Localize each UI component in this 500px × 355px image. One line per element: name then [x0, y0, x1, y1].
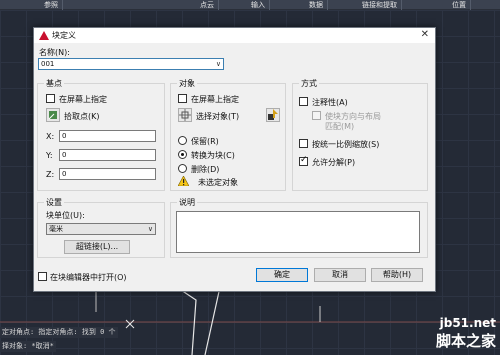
ribbon-tab-link-extract[interactable]: 链接和提取	[358, 0, 402, 10]
cancel-button[interactable]: 取消	[314, 268, 366, 282]
quick-select-icon[interactable]	[266, 108, 280, 122]
watermark-name: 脚本之家	[435, 332, 496, 350]
select-objects-label[interactable]: 选择对象(T)	[196, 111, 239, 122]
annotative-label: 注释性(A)	[312, 98, 348, 107]
convert-to-block-label: 转换为块(C)	[191, 151, 235, 160]
hyperlink-button[interactable]: 超链接(L)...	[64, 240, 130, 254]
dialog-title: 块定义	[52, 31, 76, 40]
pick-point-icon[interactable]	[46, 108, 60, 122]
objects-title: 对象	[177, 78, 197, 89]
help-button[interactable]: 帮助(H)	[371, 268, 423, 282]
settings-title: 设置	[44, 197, 64, 208]
watermark: jb51.net 脚本之家	[436, 316, 496, 351]
retain-radio[interactable]	[178, 136, 187, 145]
block-unit-label: 块单位(U):	[46, 211, 85, 220]
select-objects-icon[interactable]	[178, 108, 192, 122]
command-history-line-2: 择对象: *取消*	[0, 341, 56, 352]
ribbon-tab-location[interactable]: 位置	[448, 0, 471, 10]
ribbon-bar: 参照 点云 输入 数据 链接和提取 位置	[0, 0, 500, 10]
ribbon-tab-pointcloud[interactable]: 点云	[196, 0, 219, 10]
command-history-line-1: 定对角点: 指定对角点: 找到 0 个	[0, 327, 118, 338]
delete-label: 删除(D)	[191, 165, 220, 174]
ribbon-tab-reference[interactable]: 参照	[40, 0, 63, 10]
base-point-specify-on-screen-checkbox[interactable]	[46, 94, 55, 103]
y-coordinate-input[interactable]: 0	[59, 149, 156, 161]
annotative-checkbox[interactable]	[299, 97, 308, 106]
pick-point-glyph	[48, 111, 57, 120]
block-name-value: 001	[41, 60, 55, 68]
allow-exploding-label: 允许分解(P)	[312, 158, 356, 167]
delete-radio[interactable]	[178, 164, 187, 173]
ribbon-tab-data[interactable]: 数据	[305, 0, 328, 10]
selected-objects-status: 未选定对象	[198, 178, 238, 187]
block-name-combobox[interactable]: 001 ∨	[38, 58, 224, 70]
objects-specify-on-screen-checkbox[interactable]	[178, 94, 187, 103]
autocad-logo-icon	[39, 31, 49, 40]
objects-specify-on-screen-label: 在屏幕上指定	[191, 95, 239, 104]
pick-point-label[interactable]: 拾取点(K)	[64, 111, 100, 122]
retain-label: 保留(R)	[191, 137, 219, 146]
name-label: 名称(N):	[39, 48, 70, 57]
scale-uniformly-checkbox[interactable]	[299, 139, 308, 148]
chevron-down-icon[interactable]: ∨	[148, 224, 153, 234]
description-textarea[interactable]	[176, 211, 420, 253]
quick-select-glyph	[268, 109, 278, 120]
ribbon-tab-import[interactable]: 输入	[247, 0, 270, 10]
chevron-down-icon[interactable]: ∨	[216, 59, 221, 69]
open-in-block-editor-checkbox[interactable]	[38, 272, 47, 281]
z-coordinate-input[interactable]: 0	[59, 168, 156, 180]
allow-exploding-checkbox[interactable]	[299, 155, 308, 166]
x-label: X:	[46, 132, 55, 141]
block-unit-combobox[interactable]: 毫米 ∨	[46, 223, 156, 235]
select-objects-glyph	[179, 109, 191, 121]
open-in-block-editor-label: 在块编辑器中打开(O)	[50, 273, 127, 282]
y-label: Y:	[46, 151, 53, 160]
warning-icon	[178, 176, 189, 186]
match-orientation-label-line2: 匹配(M)	[325, 122, 355, 131]
close-icon[interactable]: ✕	[421, 29, 429, 40]
block-unit-value: 毫米	[49, 225, 63, 233]
block-definition-dialog: 块定义 ✕ 名称(N): 001 ∨ 基点 在屏幕上指定 拾取点(K) X: 0…	[33, 27, 436, 292]
description-title: 说明	[177, 197, 197, 208]
scale-uniformly-label: 按统一比例缩放(S)	[312, 140, 380, 149]
convert-to-block-radio[interactable]	[178, 150, 187, 159]
base-point-title: 基点	[44, 78, 64, 89]
watermark-url: jb51.net	[439, 316, 496, 330]
dialog-titlebar[interactable]: 块定义 ✕	[34, 28, 435, 43]
z-label: Z:	[46, 170, 55, 179]
ok-button[interactable]: 确定	[256, 268, 308, 282]
behavior-title: 方式	[299, 78, 319, 89]
match-orientation-checkbox[interactable]	[312, 111, 321, 120]
base-point-specify-on-screen-label: 在屏幕上指定	[59, 95, 107, 104]
x-coordinate-input[interactable]: 0	[59, 130, 156, 142]
